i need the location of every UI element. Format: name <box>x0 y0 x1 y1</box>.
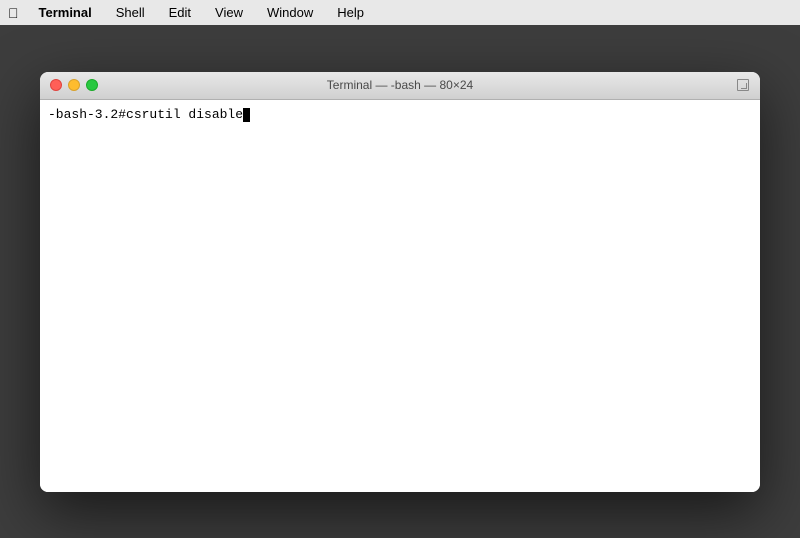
apple-menu[interactable]:  <box>8 5 19 21</box>
title-bar: Terminal — -bash — 80×24 <box>40 72 760 100</box>
menu-window[interactable]: Window <box>263 3 317 22</box>
command-text: csrutil disable <box>126 106 243 124</box>
resize-icon <box>737 79 749 91</box>
terminal-line: -bash-3.2# csrutil disable <box>48 106 752 124</box>
menu-help[interactable]: Help <box>333 3 368 22</box>
traffic-lights <box>50 79 98 91</box>
cursor <box>243 108 250 122</box>
terminal-window: Terminal — -bash — 80×24 -bash-3.2# csru… <box>40 72 760 492</box>
maximize-button[interactable] <box>86 79 98 91</box>
menu-bar:  Terminal Shell Edit View Window Help <box>0 0 800 25</box>
terminal-content[interactable]: -bash-3.2# csrutil disable <box>40 100 760 492</box>
desktop: Terminal — -bash — 80×24 -bash-3.2# csru… <box>0 25 800 538</box>
menu-terminal[interactable]: Terminal <box>35 3 96 22</box>
resize-icon-container <box>736 78 750 92</box>
close-button[interactable] <box>50 79 62 91</box>
minimize-button[interactable] <box>68 79 80 91</box>
menu-shell[interactable]: Shell <box>112 3 149 22</box>
menu-edit[interactable]: Edit <box>165 3 195 22</box>
prompt: -bash-3.2# <box>48 106 126 124</box>
menu-view[interactable]: View <box>211 3 247 22</box>
window-title: Terminal — -bash — 80×24 <box>327 78 473 92</box>
